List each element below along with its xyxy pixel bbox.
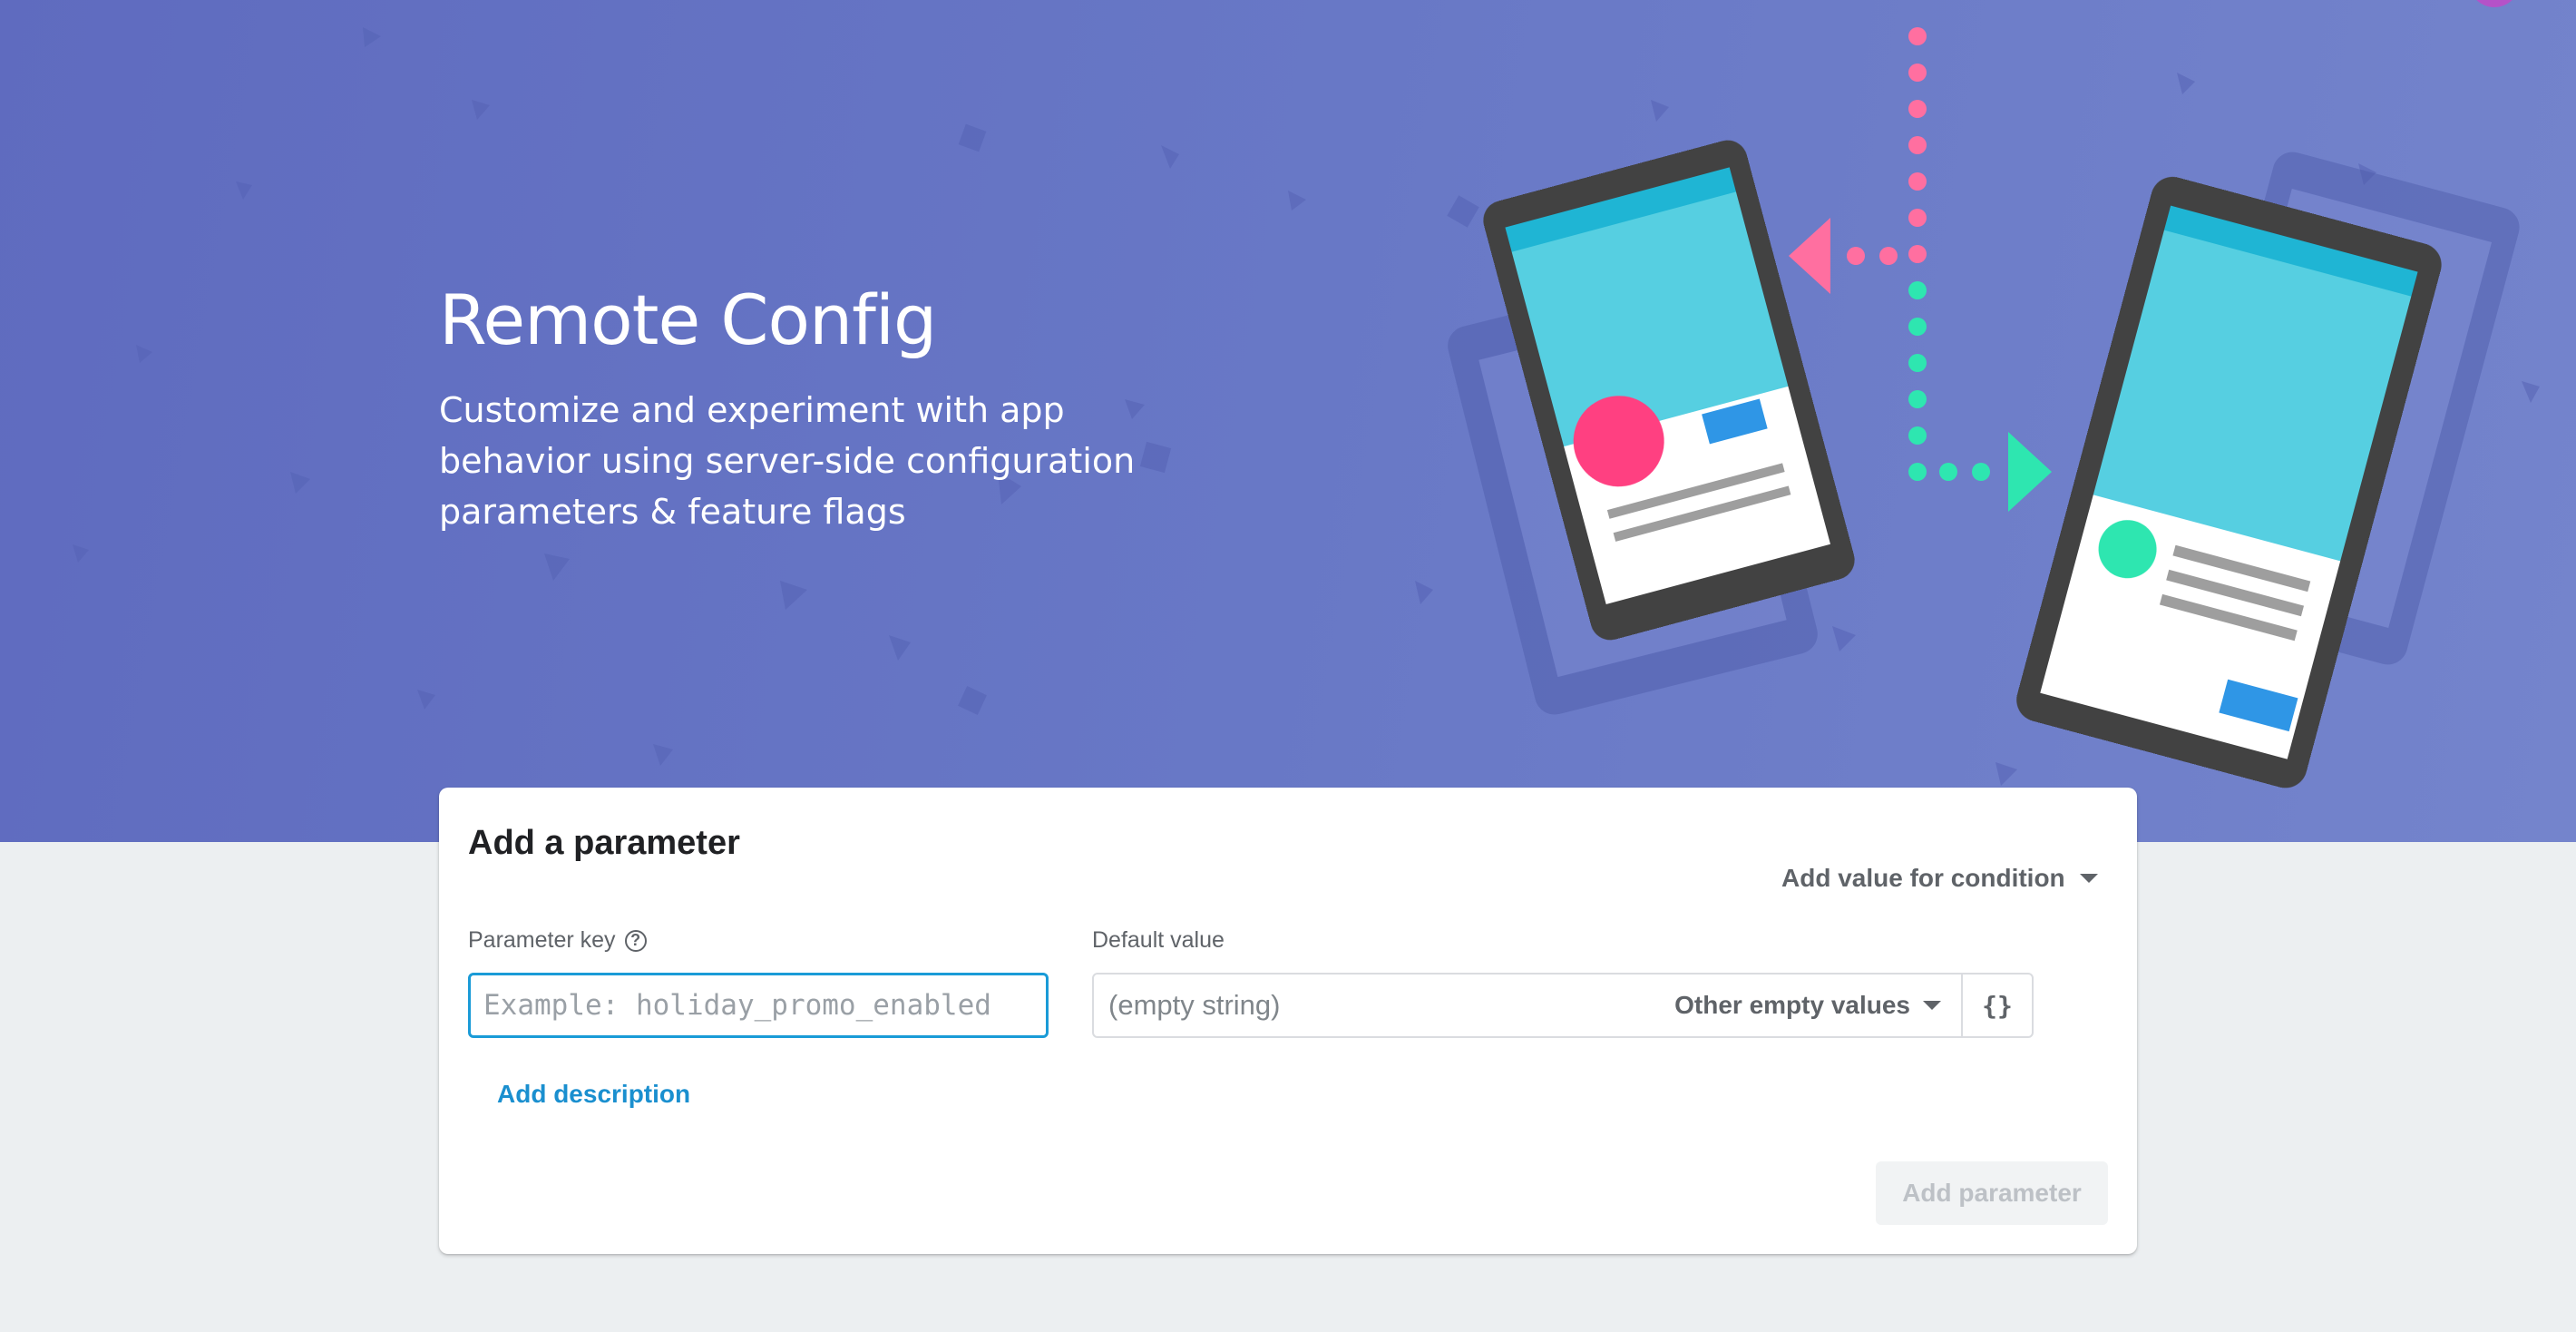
json-editor-button[interactable]: {}: [1961, 973, 2034, 1038]
add-description-link[interactable]: Add description: [497, 1080, 690, 1109]
parameter-key-label: Parameter key: [468, 927, 616, 953]
card-title: Add a parameter: [468, 824, 740, 862]
chevron-down-icon: [2079, 874, 2098, 883]
hero-banner: Remote Config Customize and experiment w…: [0, 0, 2576, 842]
add-parameter-card: Add a parameter Add value for condition …: [439, 788, 2137, 1254]
page-subtitle: Customize and experiment with app behavi…: [439, 390, 1136, 532]
add-value-for-condition-button[interactable]: Add value for condition: [1781, 860, 2098, 896]
add-condition-label: Add value for condition: [1781, 864, 2065, 892]
phone-right: [2016, 176, 2442, 788]
other-empty-values-dropdown[interactable]: Other empty values: [1674, 991, 1961, 1020]
default-value-field: Other empty values: [1092, 973, 1963, 1038]
default-value-label: Default value: [1092, 927, 1225, 953]
parameter-key-input[interactable]: [468, 973, 1049, 1038]
default-value-input[interactable]: [1094, 975, 1675, 1036]
chevron-down-icon: [1923, 1001, 1941, 1010]
other-empty-values-label: Other empty values: [1674, 991, 1910, 1019]
teal-flow-arrow: [1908, 281, 2052, 512]
hero-illustration: [73, 27, 2540, 788]
json-braces-icon: {}: [1982, 990, 2013, 1021]
add-parameter-button[interactable]: Add parameter: [1876, 1161, 2108, 1225]
page-title: Remote Config: [439, 279, 937, 360]
parameter-key-label-group: Parameter key ?: [468, 927, 647, 954]
pink-flow-arrow: [1789, 27, 1927, 294]
help-circle-icon[interactable]: ?: [624, 929, 647, 952]
